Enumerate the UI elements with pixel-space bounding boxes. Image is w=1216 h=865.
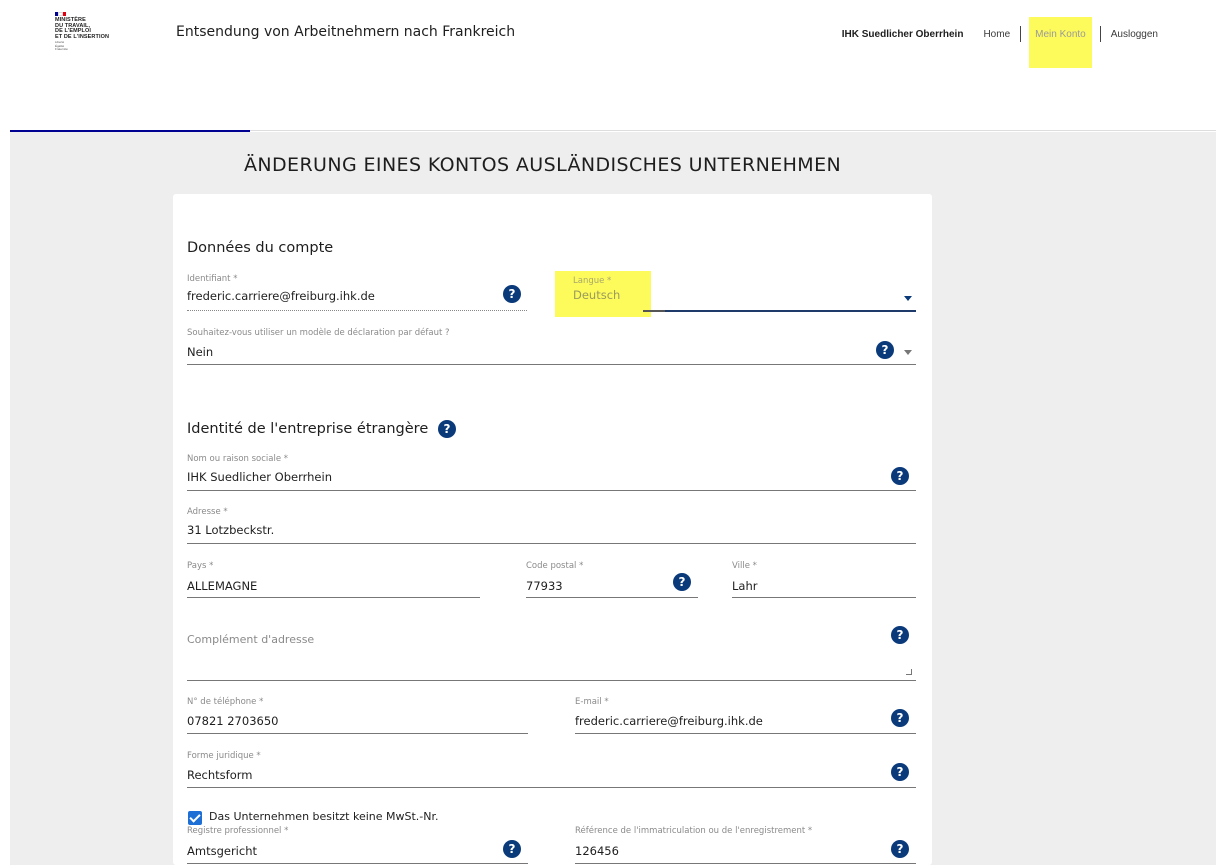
- identifiant-underline: [187, 310, 527, 311]
- postal-code-label: Code postal *: [526, 561, 584, 571]
- help-icon[interactable]: ?: [891, 709, 909, 727]
- header-divider: [250, 130, 1216, 131]
- address-value: 31 Lotzbeckstr.: [187, 523, 275, 537]
- postal-code-value: 77933: [526, 579, 563, 593]
- nav-organization: IHK Suedlicher Oberrhein: [841, 28, 964, 40]
- help-icon[interactable]: ?: [891, 626, 909, 644]
- french-flag-icon: [55, 12, 66, 16]
- trade-register-label: Registre professionnel *: [187, 826, 289, 836]
- phone-underline: [187, 733, 528, 734]
- help-icon[interactable]: ?: [503, 840, 521, 858]
- app-title[interactable]: Entsendung von Arbeitnehmern nach Frankr…: [176, 24, 515, 40]
- country-label: Pays *: [187, 561, 214, 571]
- help-icon[interactable]: ?: [673, 573, 691, 591]
- address-complement-placeholder: Complément d'adresse: [187, 633, 315, 646]
- country-field[interactable]: Pays * ALLEMAGNE: [187, 561, 480, 599]
- city-underline: [732, 597, 916, 598]
- help-icon[interactable]: ?: [891, 763, 909, 781]
- legal-form-underline: [187, 787, 916, 788]
- langue-underline-left: [643, 310, 665, 312]
- email-field[interactable]: E-mail * frederic.carriere@freiburg.ihk.…: [575, 697, 916, 735]
- nav-logout-link[interactable]: Ausloggen: [1111, 29, 1158, 40]
- address-field[interactable]: Adresse * 31 Lotzbeckstr.: [187, 507, 916, 545]
- langue-underline: [665, 310, 916, 312]
- address-underline: [187, 543, 916, 544]
- section-title-account: Données du compte: [187, 240, 334, 256]
- page-title: ÄNDERUNG EINES KONTOS AUSLÄNDISCHES UNTE…: [244, 154, 842, 176]
- langue-label: Langue *: [573, 276, 612, 286]
- resize-handle-icon[interactable]: [906, 669, 912, 675]
- identifiant-label: Identifiant *: [187, 274, 238, 284]
- chevron-down-icon[interactable]: [904, 296, 912, 301]
- legal-form-value: Rechtsform: [187, 768, 253, 782]
- default-template-underline: [187, 364, 916, 365]
- trade-register-value: Amtsgericht: [187, 844, 257, 858]
- company-name-value: IHK Suedlicher Oberrhein: [187, 470, 332, 484]
- default-template-value: Nein: [187, 345, 214, 359]
- ministry-name: MINISTÈRE DU TRAVAIL, DE L'EMPLOI ET DE …: [55, 17, 110, 40]
- ministry-logo[interactable]: MINISTÈRE DU TRAVAIL, DE L'EMPLOI ET DE …: [55, 12, 135, 52]
- email-value: frederic.carriere@freiburg.ihk.de: [575, 714, 763, 728]
- help-icon[interactable]: ?: [891, 467, 909, 485]
- postal-code-underline: [526, 597, 698, 598]
- no-vat-checkbox[interactable]: [188, 811, 202, 825]
- registration-reference-field[interactable]: Référence de l'immatriculation ou de l'e…: [575, 826, 916, 864]
- company-name-field[interactable]: Nom ou raison sociale * IHK Suedlicher O…: [187, 454, 916, 492]
- city-value: Lahr: [732, 579, 758, 593]
- default-template-label: Souhaitez-vous utiliser un modèle de déc…: [187, 328, 450, 338]
- phone-field[interactable]: N° de téléphone * 07821 2703650: [187, 697, 528, 735]
- help-icon[interactable]: ?: [876, 341, 894, 359]
- default-template-select[interactable]: Souhaitez-vous utiliser un modèle de déc…: [187, 328, 916, 366]
- city-field[interactable]: Ville * Lahr: [732, 561, 916, 599]
- chevron-down-icon[interactable]: [904, 350, 912, 355]
- nav-home-link[interactable]: Home: [983, 29, 1010, 40]
- phone-value: 07821 2703650: [187, 714, 279, 728]
- phone-label: N° de téléphone *: [187, 697, 264, 707]
- legal-form-label: Forme juridique *: [187, 751, 261, 761]
- nav-separator: [1099, 26, 1101, 42]
- city-label: Ville *: [732, 561, 757, 571]
- langue-select[interactable]: Langue * Deutsch: [573, 276, 916, 314]
- registration-reference-label: Référence de l'immatriculation ou de l'e…: [575, 826, 813, 836]
- republic-motto: Liberté Égalité Fraternité: [55, 40, 68, 52]
- email-underline: [575, 733, 916, 734]
- help-icon[interactable]: ?: [891, 840, 909, 858]
- address-label: Adresse *: [187, 507, 228, 517]
- registration-reference-underline: [575, 863, 916, 864]
- registration-reference-value: 126456: [575, 844, 619, 858]
- country-underline: [187, 597, 480, 598]
- form-card: Données du compte Identifiant * frederic…: [173, 194, 932, 865]
- legal-form-field[interactable]: Forme juridique * Rechtsform: [187, 751, 916, 789]
- company-name-label: Nom ou raison sociale *: [187, 454, 289, 464]
- no-vat-checkbox-label[interactable]: Das Unternehmen besitzt keine MwSt.-Nr.: [209, 810, 439, 823]
- email-label: E-mail *: [575, 697, 609, 707]
- country-value: ALLEMAGNE: [187, 579, 258, 593]
- help-icon[interactable]: ?: [503, 285, 521, 303]
- site-header: MINISTÈRE DU TRAVAIL, DE L'EMPLOI ET DE …: [0, 0, 1216, 130]
- identifiant-field[interactable]: Identifiant * frederic.carriere@freiburg…: [187, 274, 527, 312]
- trade-register-underline: [187, 863, 528, 864]
- address-complement-textarea[interactable]: Complément d'adresse: [187, 624, 916, 682]
- help-icon[interactable]: ?: [438, 420, 456, 438]
- trade-register-field[interactable]: Registre professionnel * Amtsgericht: [187, 826, 528, 864]
- company-name-underline: [187, 490, 916, 491]
- nav-my-account-link[interactable]: Mein Konto: [1029, 16, 1092, 68]
- identifiant-value: frederic.carriere@freiburg.ihk.de: [187, 289, 375, 303]
- section-title-company: Identité de l'entreprise étrangère: [187, 421, 429, 437]
- top-nav: IHK Suedlicher Oberrhein Home Mein Konto…: [841, 16, 1158, 68]
- address-complement-underline: [187, 680, 916, 681]
- nav-separator: [1020, 26, 1022, 42]
- langue-value: Deutsch: [573, 288, 621, 302]
